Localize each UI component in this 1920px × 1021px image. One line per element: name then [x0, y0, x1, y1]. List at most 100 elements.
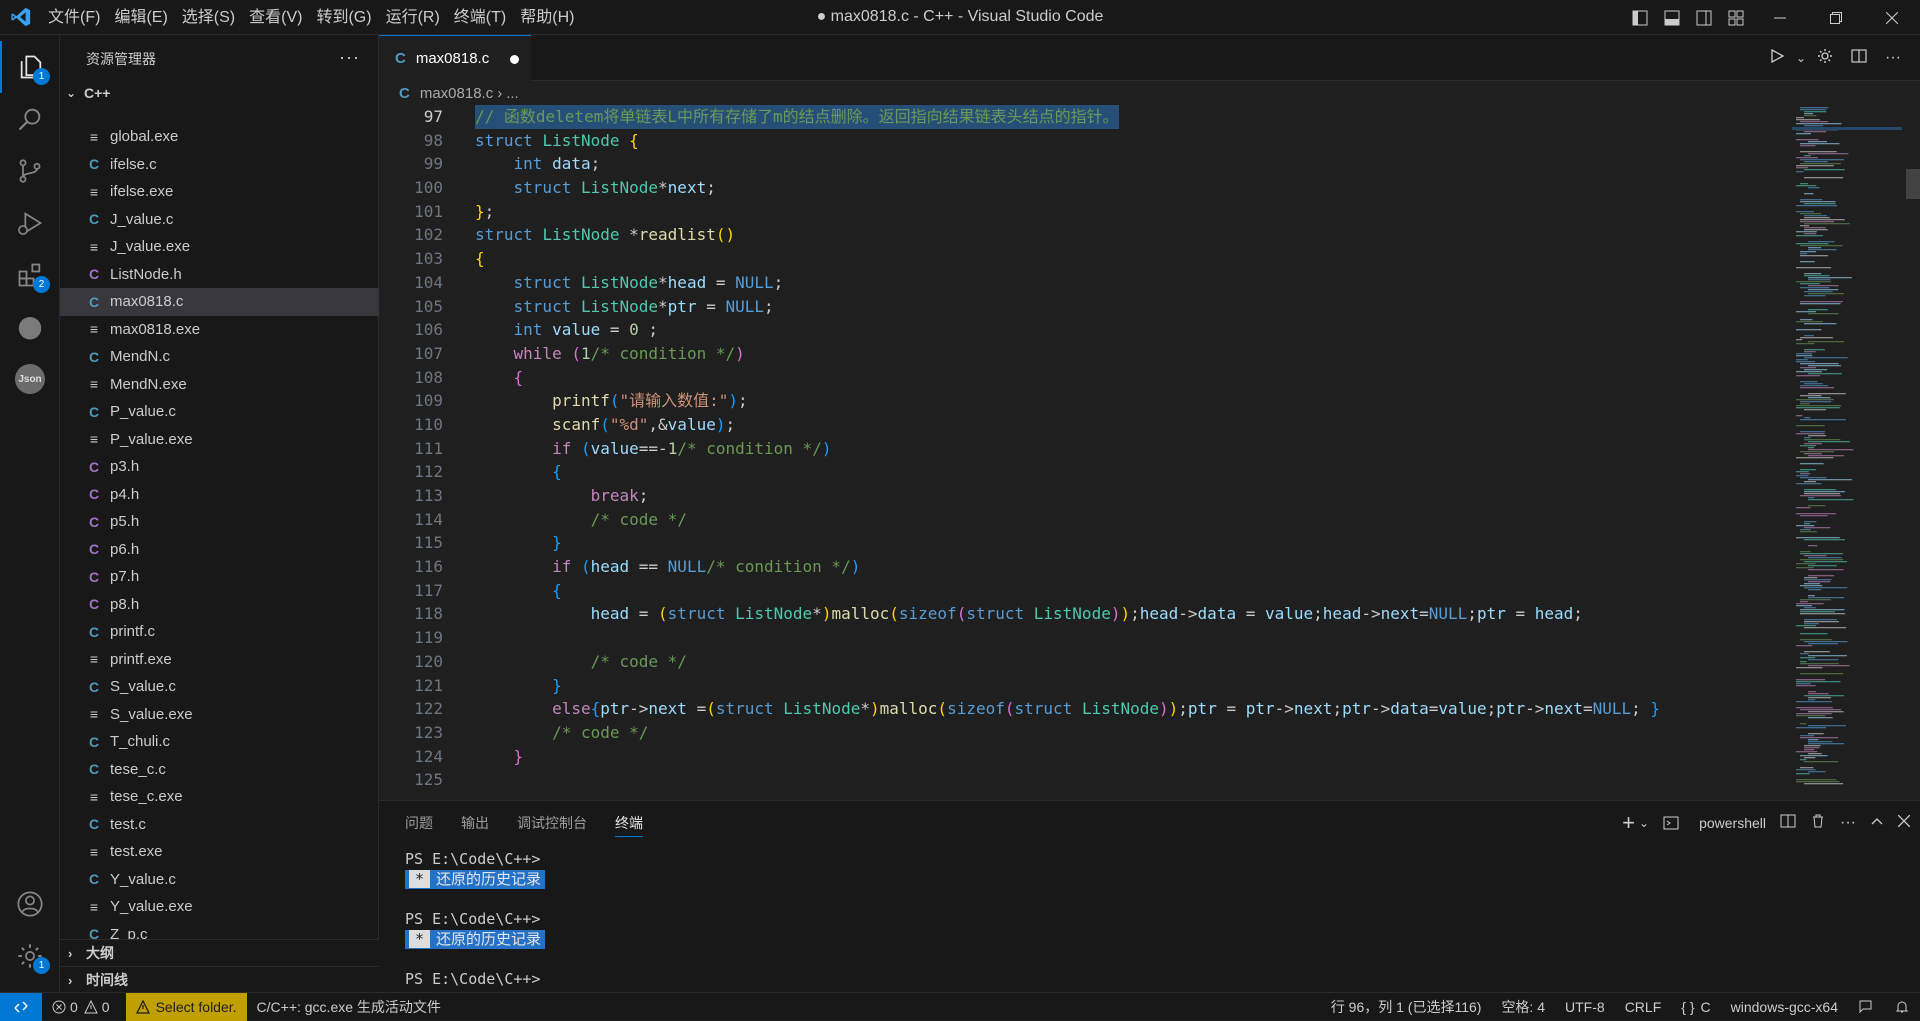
- toggle-sidebar-icon[interactable]: [1624, 0, 1656, 35]
- menu-selection[interactable]: 选择(S): [175, 0, 242, 35]
- account-icon[interactable]: [0, 878, 60, 930]
- indentation[interactable]: 空格: 4: [1491, 993, 1555, 1021]
- tab-terminal[interactable]: 终端: [615, 801, 643, 845]
- file-item[interactable]: C T_chuli.c: [60, 728, 379, 756]
- scrollbar-thumb[interactable]: [1906, 169, 1920, 199]
- minimap-line: [1800, 213, 1822, 215]
- file-item[interactable]: Cp8.h: [60, 591, 379, 619]
- search-icon[interactable]: [0, 93, 60, 145]
- explorer-icon[interactable]: 1: [0, 41, 60, 93]
- outline-section[interactable]: › 大纲: [60, 939, 379, 966]
- more-actions-icon[interactable]: ···: [339, 47, 360, 68]
- chevron-down-icon[interactable]: ⌄: [1639, 816, 1649, 830]
- maximize-panel-icon[interactable]: [1870, 814, 1884, 833]
- file-item[interactable]: Ctese_c.c: [60, 756, 379, 784]
- platform-config[interactable]: windows-gcc-x64: [1721, 993, 1848, 1021]
- remote-indicator-icon[interactable]: [0, 992, 42, 1021]
- minimap-line: [1800, 529, 1811, 531]
- terminal-profile[interactable]: powershell: [1663, 815, 1766, 831]
- file-item[interactable]: ≡ global.exe: [60, 123, 379, 151]
- file-item[interactable]: ≡ tese_c.exe: [60, 783, 379, 811]
- minimap[interactable]: [1792, 105, 1902, 795]
- file-item[interactable]: Cmax0818.c: [60, 288, 379, 316]
- file-item[interactable]: ≡ max0818.exe: [60, 316, 379, 344]
- encoding[interactable]: UTF-8: [1555, 993, 1615, 1021]
- file-item[interactable]: ≡ S_value.exe: [60, 701, 379, 729]
- file-item[interactable]: C P_value.c: [60, 398, 379, 426]
- editor-scrollbar[interactable]: [1906, 105, 1920, 795]
- minimize-icon[interactable]: [1752, 0, 1808, 35]
- remote-explorer-icon[interactable]: [0, 301, 60, 353]
- unsaved-dot-icon[interactable]: [510, 55, 519, 64]
- file-item[interactable]: ≡ test.exe: [60, 838, 379, 866]
- file-item[interactable]: ≡ MendN.exe: [60, 371, 379, 399]
- tab-max0818[interactable]: C max0818.c: [379, 35, 531, 81]
- cursor-position[interactable]: 行 96，列 1 (已选择116): [1321, 993, 1492, 1021]
- file-item[interactable]: ≡ printf.exe: [60, 646, 379, 674]
- timeline-section[interactable]: › 时间线: [60, 966, 379, 993]
- problems-indicator[interactable]: 0 0: [42, 993, 120, 1021]
- tab-debug-console[interactable]: 调试控制台: [517, 801, 587, 845]
- file-item[interactable]: Cp6.h: [60, 536, 379, 564]
- file-lines-icon: ≡: [89, 128, 99, 145]
- split-editor-icon[interactable]: [1842, 48, 1876, 69]
- menu-run[interactable]: 运行(R): [379, 0, 447, 35]
- terminal-output[interactable]: PS E:\Code\C++> * 还原的历史记录 PS E:\Code\C++>…: [405, 849, 546, 989]
- folder-header[interactable]: ⌄ C++: [60, 82, 379, 104]
- file-item[interactable]: C S_value.c: [60, 673, 379, 701]
- toggle-secondary-sidebar-icon[interactable]: [1688, 0, 1720, 35]
- file-item[interactable]: ≡ ifelse.exe: [60, 178, 379, 206]
- run-file-icon[interactable]: [1760, 48, 1794, 69]
- close-panel-icon[interactable]: [1897, 814, 1911, 832]
- feedback-icon[interactable]: [1848, 993, 1884, 1021]
- menu-terminal[interactable]: 终端(T): [447, 0, 513, 35]
- breadcrumb-more[interactable]: ...: [506, 85, 519, 102]
- menu-go[interactable]: 转到(G): [309, 0, 378, 35]
- more-actions-icon[interactable]: ···: [1840, 814, 1856, 832]
- run-debug-icon[interactable]: [0, 197, 60, 249]
- tab-output[interactable]: 输出: [461, 801, 489, 845]
- split-terminal-icon[interactable]: [1780, 813, 1796, 834]
- file-item[interactable]: C ListNode.h: [60, 261, 379, 289]
- settings-gear-icon[interactable]: [1808, 48, 1842, 69]
- file-item[interactable]: Cp3.h: [60, 453, 379, 481]
- extensions-icon[interactable]: 2: [0, 249, 60, 301]
- file-item[interactable]: C J_value.c: [60, 206, 379, 234]
- language-mode[interactable]: { } C: [1671, 993, 1720, 1021]
- file-item[interactable]: ≡ J_value.exe: [60, 233, 379, 261]
- file-item[interactable]: ≡ P_value.exe: [60, 426, 379, 454]
- new-terminal-icon[interactable]: +: [1622, 810, 1635, 836]
- menu-file[interactable]: 文件(F): [41, 0, 107, 35]
- notifications-bell-icon[interactable]: [1884, 993, 1920, 1021]
- file-item[interactable]: C Y_value.c: [60, 866, 379, 894]
- file-item[interactable]: Cp7.h: [60, 563, 379, 591]
- toggle-panel-icon[interactable]: [1656, 0, 1688, 35]
- file-item[interactable]: Cp4.h: [60, 481, 379, 509]
- trash-icon[interactable]: [1810, 813, 1826, 834]
- chevron-down-icon[interactable]: ⌄: [1794, 51, 1808, 65]
- restore-icon[interactable]: [1808, 0, 1864, 35]
- customize-layout-icon[interactable]: [1720, 0, 1752, 35]
- source-control-icon[interactable]: [0, 145, 60, 197]
- file-item[interactable]: Cp5.h: [60, 508, 379, 536]
- menu-help[interactable]: 帮助(H): [513, 0, 581, 35]
- file-item[interactable]: Ctest.c: [60, 811, 379, 839]
- settings-gear-icon[interactable]: 1: [0, 930, 60, 982]
- minimap-line: [1804, 621, 1839, 623]
- select-folder-warning[interactable]: Select folder.: [125, 992, 247, 1021]
- tab-problems[interactable]: 问题: [405, 801, 433, 845]
- close-icon[interactable]: [1864, 0, 1920, 35]
- file-item[interactable]: Cifelse.c: [60, 151, 379, 179]
- file-item[interactable]: Cprintf.c: [60, 618, 379, 646]
- build-config[interactable]: C/C++: gcc.exe 生成活动文件: [247, 993, 451, 1021]
- code-editor[interactable]: 97 // 函数deletem将单链表L中所有存储了m的结点删除。返回指向结果链表…: [379, 105, 1779, 800]
- menu-edit[interactable]: 编辑(E): [107, 0, 174, 35]
- file-item[interactable]: ≡ Y_value.exe: [60, 893, 379, 921]
- breadcrumb-file[interactable]: max0818.c: [420, 85, 493, 102]
- menu-view[interactable]: 查看(V): [242, 0, 309, 35]
- file-item[interactable]: C MendN.c: [60, 343, 379, 371]
- json-extension-icon[interactable]: Json: [0, 353, 60, 405]
- end-of-line[interactable]: CRLF: [1615, 993, 1672, 1021]
- more-actions-icon[interactable]: ···: [1876, 49, 1910, 67]
- minimap-line: [1804, 275, 1830, 277]
